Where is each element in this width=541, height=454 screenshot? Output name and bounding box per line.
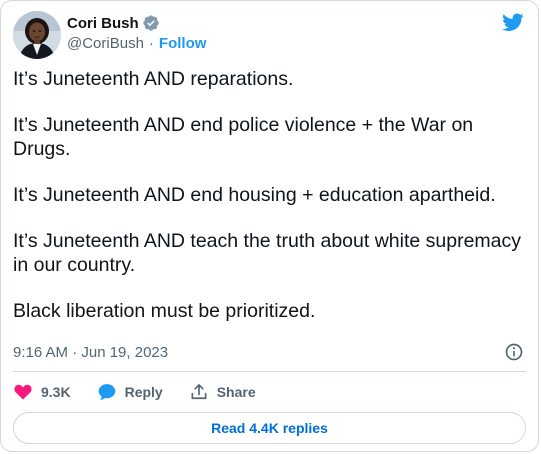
reply-button[interactable]: Reply <box>97 382 163 402</box>
divider <box>13 371 526 372</box>
handle-row: @CoriBush · Follow <box>67 35 206 52</box>
tweet-paragraph: It’s Juneteenth AND reparations. <box>13 68 294 90</box>
follow-link[interactable]: Follow <box>159 35 207 52</box>
share-label: Share <box>216 384 256 400</box>
tweet-card: Cori Bush @CoriBush · Follow It’s Junete… <box>0 0 539 452</box>
tweet-header: Cori Bush @CoriBush · Follow <box>13 11 526 59</box>
like-button[interactable]: 9.3K <box>13 382 71 402</box>
like-count: 9.3K <box>41 384 71 400</box>
tweet-paragraph: Black liberation must be prioritized. <box>13 300 316 322</box>
share-button[interactable]: Share <box>189 382 256 402</box>
reply-label: Reply <box>124 384 163 400</box>
tweet-paragraph: It’s Juneteenth AND teach the truth abou… <box>13 230 522 276</box>
info-icon[interactable] <box>504 342 524 362</box>
share-upload-icon <box>191 384 207 400</box>
tweet-actions: 9.3K Reply Share <box>13 380 282 404</box>
tweet-paragraph: It’s Juneteenth AND end housing + educat… <box>13 184 496 206</box>
heart-icon <box>14 384 32 400</box>
avatar-portrait-icon <box>13 11 61 59</box>
read-replies-button[interactable]: Read 4.4K replies <box>13 412 526 444</box>
author-block: Cori Bush @CoriBush · Follow <box>67 13 206 53</box>
speech-bubble-icon <box>98 384 115 400</box>
verified-badge-icon <box>142 14 160 32</box>
tweet-meta: 9:16 AM · Jun 19, 2023 <box>13 342 526 362</box>
twitter-bird-icon[interactable] <box>500 11 526 33</box>
tweet-body: It’s Juneteenth AND reparations. It’s Ju… <box>13 67 524 323</box>
name-row: Cori Bush <box>67 13 206 33</box>
avatar[interactable] <box>13 11 61 59</box>
handle-separator: · <box>148 35 154 52</box>
tweet-timestamp[interactable]: 9:16 AM · Jun 19, 2023 <box>13 344 168 361</box>
author-handle[interactable]: @CoriBush <box>67 35 144 52</box>
tweet-paragraph: It’s Juneteenth AND end police violence … <box>13 114 474 160</box>
display-name[interactable]: Cori Bush <box>67 15 139 32</box>
